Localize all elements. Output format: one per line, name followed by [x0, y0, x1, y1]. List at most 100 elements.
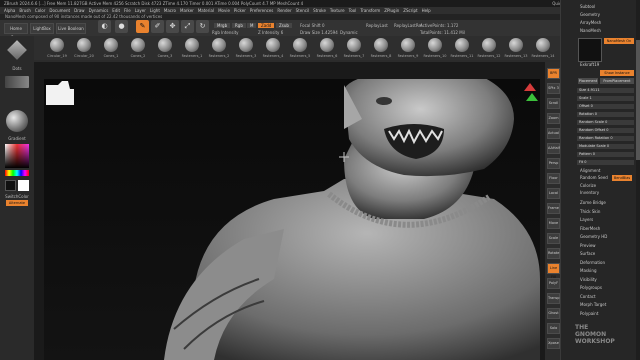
mrgb-button[interactable]: Mrgb	[214, 23, 231, 28]
transp-icon[interactable]: ◐	[98, 20, 111, 33]
brush-thumb-icon[interactable]	[509, 38, 523, 52]
menu-item-zplugin[interactable]: ZPlugin	[384, 8, 399, 13]
from-placement-button[interactable]: FromPlacement	[600, 78, 634, 84]
brush-thumb-icon[interactable]	[50, 38, 64, 52]
palette-section-preview[interactable]: Preview	[580, 243, 596, 248]
replay-last-button[interactable]: ReplayLast	[366, 23, 388, 28]
shelf-button-local[interactable]: Local	[547, 188, 560, 199]
document-canvas[interactable]	[44, 79, 540, 360]
zadd-button[interactable]: Zadd	[258, 23, 275, 28]
menu-item-preferences[interactable]: Preferences	[250, 8, 274, 13]
shelf-button-actual[interactable]: Actual	[547, 128, 560, 139]
menu-item-material[interactable]: Material	[198, 8, 214, 13]
brush-thumb-icon[interactable]	[428, 38, 442, 52]
menu-item-texture[interactable]: Texture	[330, 8, 345, 13]
menu-item-brush[interactable]: Brush	[19, 8, 31, 13]
menu-item-light[interactable]: Light	[150, 8, 160, 13]
brush-thumb-icon[interactable]	[536, 38, 550, 52]
shelf-button-bpr[interactable]: BPR	[547, 68, 560, 79]
lightbox-tab[interactable]: LightBox	[30, 23, 54, 34]
alignment-label[interactable]: Alignment	[580, 168, 601, 173]
z-intensity-slider[interactable]: Z Intensity 6	[258, 30, 283, 35]
menu-item-alpha[interactable]: Alpha	[4, 8, 15, 13]
shelf-button-transp[interactable]: Transp	[547, 293, 560, 304]
shelf-button-polyf[interactable]: PolyF	[547, 278, 560, 289]
palette-section-layers[interactable]: Layers	[580, 217, 593, 222]
palette-scroll-thumb[interactable]	[636, 40, 640, 160]
menu-item-zscript[interactable]: ZScript	[403, 8, 417, 13]
inventory-section[interactable]: Inventory	[580, 190, 599, 195]
menu-item-marker[interactable]: Marker	[180, 8, 194, 13]
palette-section-zome-bridge[interactable]: Zome Bridge	[580, 200, 606, 205]
menu-item-render[interactable]: Render	[277, 8, 291, 13]
hue-slider[interactable]	[5, 170, 29, 176]
menu-item-stroke[interactable]: Stroke	[313, 8, 326, 13]
dynamic-button[interactable]: Dynamic	[340, 30, 358, 35]
brush-thumb-icon[interactable]	[131, 38, 145, 52]
palette-section-geometry-hd[interactable]: Geometry HD	[580, 234, 607, 239]
shelf-button-floor[interactable]: Floor	[547, 173, 560, 184]
palette-nanomesh[interactable]: NanoMesh	[580, 28, 601, 33]
draw-icon[interactable]: ✐	[151, 20, 164, 33]
brush-thumb-icon[interactable]	[347, 38, 361, 52]
palette-section-contact[interactable]: Contact	[580, 294, 596, 299]
rotate-icon[interactable]: ↻	[196, 20, 209, 33]
shelf-button-ghost[interactable]: Ghost	[547, 308, 560, 319]
menu-item-help[interactable]: Help	[422, 8, 431, 13]
shelf-button-solo[interactable]: Solo	[547, 323, 560, 334]
nanomesh-thumb-icon[interactable]	[578, 38, 602, 62]
shelf-button-rotate[interactable]: Rotate	[547, 248, 560, 259]
palette-slider[interactable]: Random Offset 0	[577, 128, 634, 133]
brush-thumb-icon[interactable]	[320, 38, 334, 52]
brush-label[interactable]: Fasteners_14	[524, 54, 562, 58]
nanomesh-on-button[interactable]: NanoMesh On	[604, 38, 634, 44]
placement-button[interactable]: Placement	[578, 78, 598, 84]
shelf-button-zoom[interactable]: Zoom	[547, 113, 560, 124]
palette-slider[interactable]: Scale 1	[577, 96, 634, 101]
shelf-button-persp[interactable]: Persp	[547, 158, 560, 169]
material-sphere-icon[interactable]	[6, 110, 28, 132]
brush-thumb-icon[interactable]	[77, 38, 91, 52]
secondary-color-swatch[interactable]	[5, 180, 16, 191]
menu-item-layer[interactable]: Layer	[135, 8, 146, 13]
nanomesh-brush-name[interactable]: Exkraft19	[580, 62, 599, 67]
palette-slider[interactable]: Offset 0	[577, 104, 634, 109]
palette-section-masking[interactable]: Masking	[580, 268, 597, 273]
palette-section-fibermesh[interactable]: FiberMesh	[580, 226, 600, 231]
shelf-button-line-fill[interactable]: Line Fill	[547, 263, 560, 279]
palette-section-deformation[interactable]: Deformation	[580, 260, 605, 265]
brush-thumb-icon[interactable]	[266, 38, 280, 52]
menu-item-transform[interactable]: Transform	[360, 8, 380, 13]
shelf-button-aahalf[interactable]: AAHalf	[547, 143, 560, 154]
brush-thumb-icon[interactable]	[239, 38, 253, 52]
menu-item-tool[interactable]: Tool	[349, 8, 357, 13]
zsub-button[interactable]: Zsub	[276, 23, 292, 28]
brush-thumb-icon[interactable]	[482, 38, 496, 52]
brush-thumb-icon[interactable]	[158, 38, 172, 52]
menu-item-file[interactable]: File	[124, 8, 131, 13]
palette-slider[interactable]: Pattern 0	[577, 152, 634, 157]
palette-subtool[interactable]: Subtool	[580, 4, 595, 9]
live-boolean-tab[interactable]: Live Boolean	[56, 23, 86, 34]
shelf-button-frame[interactable]: Frame	[547, 203, 560, 214]
replay-last-rel-button[interactable]: ReplayLastRel	[394, 23, 422, 28]
menu-item-movie[interactable]: Movie	[218, 8, 230, 13]
palette-section-thick-skin[interactable]: Thick Skin	[580, 209, 600, 214]
palette-geometry[interactable]: Geometry	[580, 12, 600, 17]
palette-slider[interactable]: Random Scale 0	[577, 120, 634, 125]
bend-bias-button[interactable]: BendBias	[612, 175, 632, 181]
shelf-button-scroll[interactable]: Scroll	[547, 98, 560, 109]
palette-slider[interactable]: Fit 0	[577, 160, 634, 165]
brush-thumb-icon[interactable]	[374, 38, 388, 52]
brush-thumb-icon[interactable]	[212, 38, 226, 52]
menu-item-edit[interactable]: Edit	[112, 8, 120, 13]
palette-slider[interactable]: Rotation 0	[577, 112, 634, 117]
alternate-button[interactable]: Alternate	[6, 200, 28, 206]
rgb-button[interactable]: Rgb	[232, 23, 246, 28]
palette-section-polypaint[interactable]: Polypaint	[580, 311, 598, 316]
palette-arraymesh[interactable]: ArrayMesh	[580, 20, 601, 25]
sphere-icon[interactable]: ●	[115, 20, 128, 33]
palette-section-surface[interactable]: Surface	[580, 251, 595, 256]
palette-slider[interactable]: Modulate Scale 0	[577, 144, 634, 149]
brush-thumb-icon[interactable]	[293, 38, 307, 52]
